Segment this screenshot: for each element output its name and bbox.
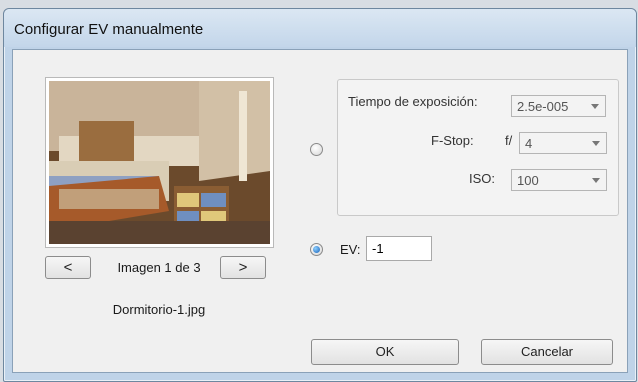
fstop-select[interactable]: 4 <box>519 132 607 154</box>
ev-radio[interactable] <box>310 243 323 256</box>
next-image-button[interactable]: > <box>220 256 266 279</box>
image-filename: Dormitorio-1.jpg <box>112 302 206 317</box>
image-preview <box>45 77 274 248</box>
fstop-value: 4 <box>525 136 533 151</box>
exposure-time-label: Tiempo de exposición: <box>348 94 478 109</box>
ok-button[interactable]: OK <box>311 339 459 365</box>
cancel-button[interactable]: Cancelar <box>481 339 613 365</box>
iso-label: ISO: <box>469 171 496 186</box>
exposure-time-value: 2.5e-005 <box>517 99 569 114</box>
fstop-prefix: f/ <box>505 133 513 148</box>
title-bar[interactable]: Configurar EV manualmente <box>4 9 636 47</box>
window-title: Configurar EV manualmente <box>14 21 204 38</box>
chevron-down-icon <box>592 178 600 183</box>
image-counter: Imagen 1 de 3 <box>117 260 201 275</box>
exposure-settings-group: Tiempo de exposición: 2.5e-005 F-Stop: f… <box>337 79 619 216</box>
dialog-window: Configurar EV manualmente < Imagen 1 de … <box>3 8 637 382</box>
manual-settings-radio[interactable] <box>310 143 323 156</box>
exposure-time-select[interactable]: 2.5e-005 <box>511 95 606 117</box>
ev-input[interactable] <box>366 236 432 261</box>
iso-select[interactable]: 100 <box>511 169 607 191</box>
ev-label: EV: <box>340 242 361 257</box>
dialog-body: < Imagen 1 de 3 > Dormitorio-1.jpg Tiemp… <box>12 49 628 373</box>
previous-image-button[interactable]: < <box>45 256 91 279</box>
chevron-down-icon <box>592 141 600 146</box>
bedroom-photo <box>49 81 270 244</box>
chevron-down-icon <box>591 104 599 109</box>
iso-value: 100 <box>517 173 539 188</box>
fstop-label: F-Stop: <box>431 133 474 148</box>
